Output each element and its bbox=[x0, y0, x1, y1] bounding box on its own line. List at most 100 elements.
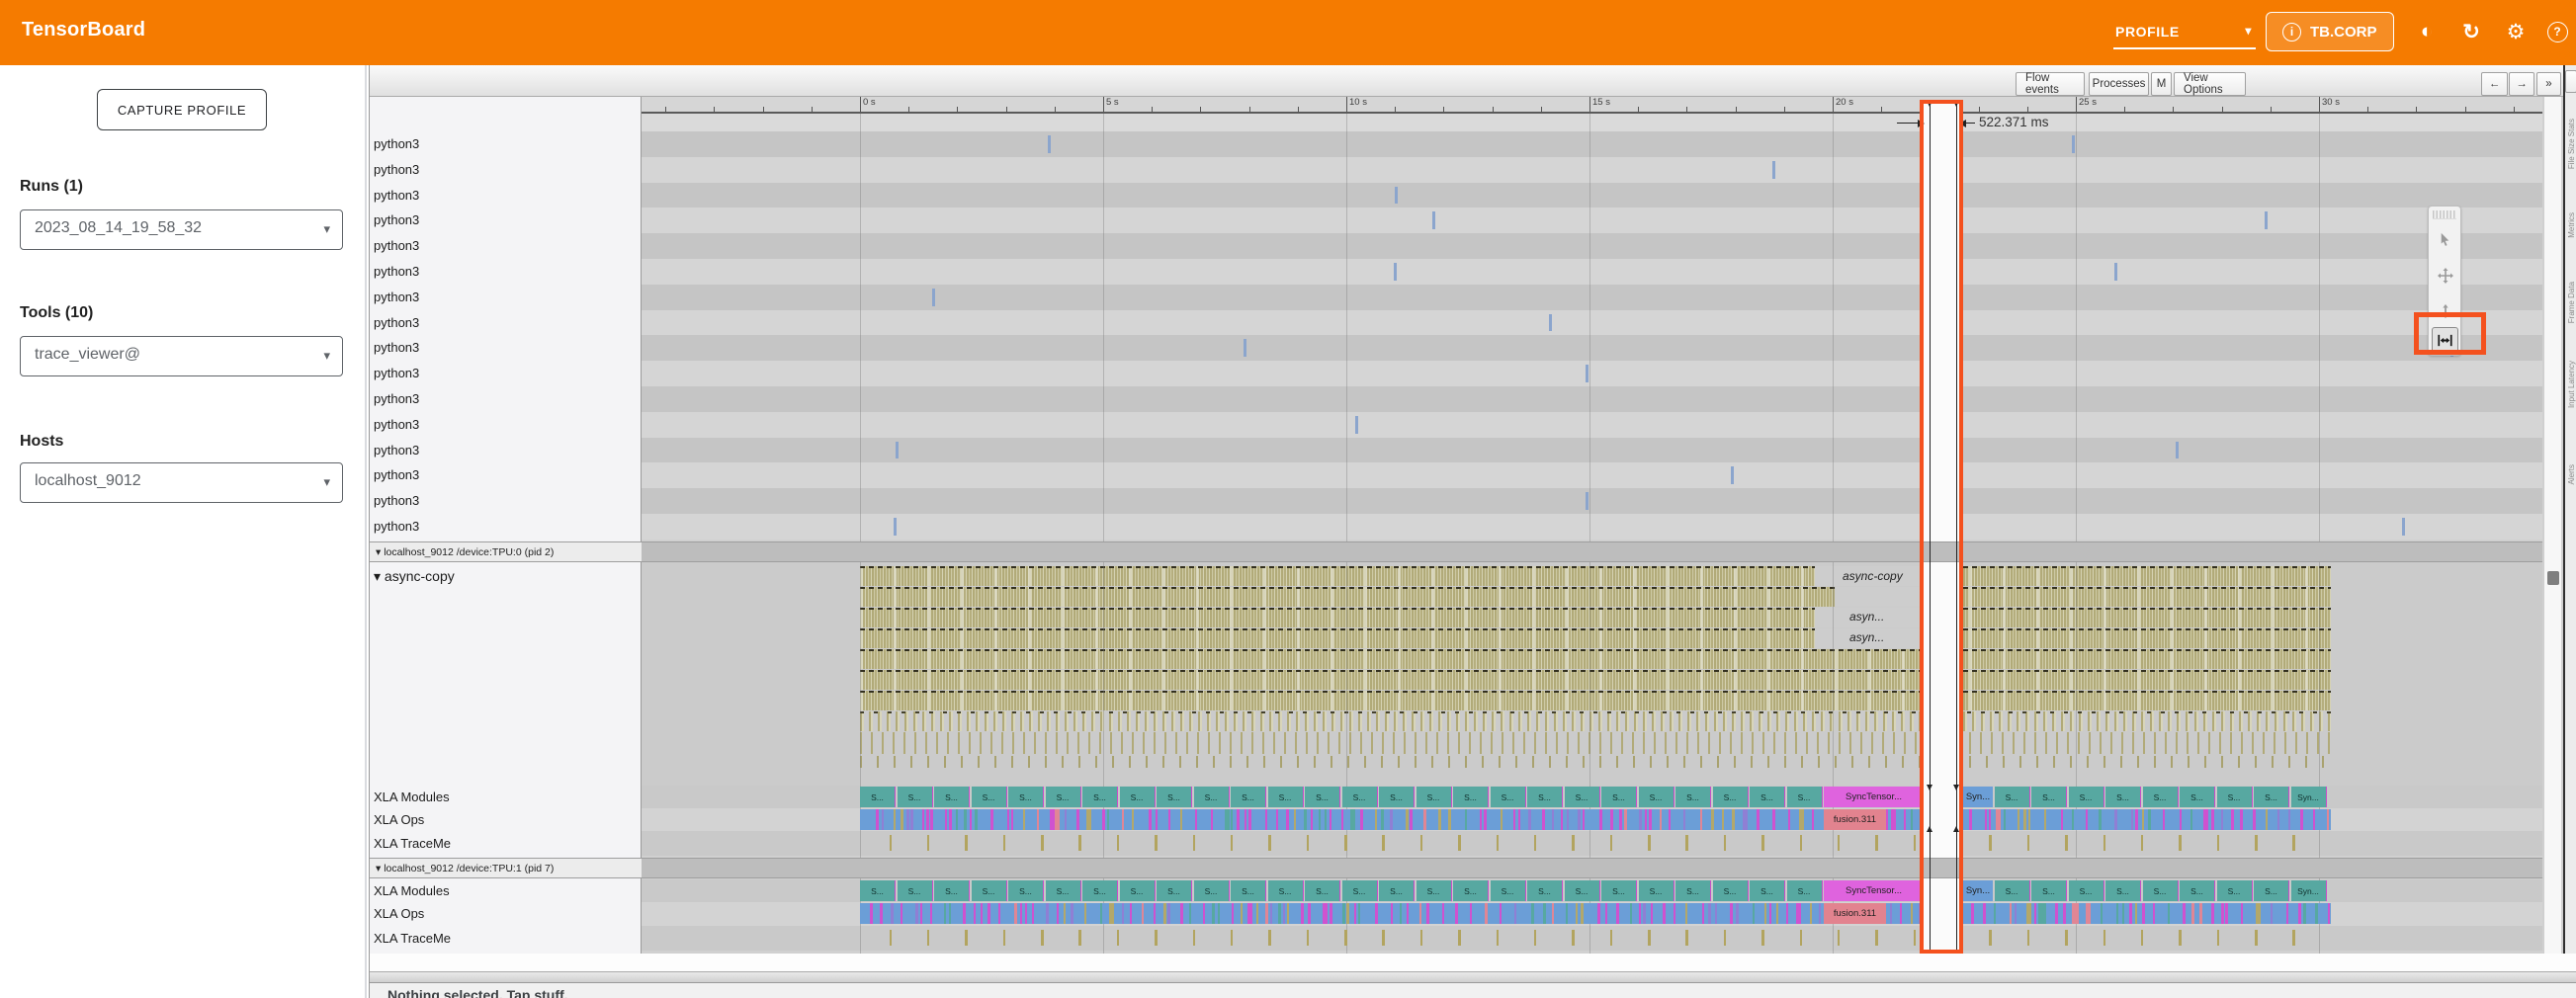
xla-module-syn-block[interactable]: Syn... bbox=[1963, 787, 1993, 807]
xla-module-block[interactable]: S... bbox=[1565, 880, 1600, 901]
xla-module-block[interactable]: S... bbox=[1120, 880, 1156, 901]
xla-module-block[interactable]: Syn... bbox=[2291, 880, 2327, 901]
back-arrow-button[interactable]: ← bbox=[2481, 72, 2508, 96]
palette-drag-handle[interactable] bbox=[2433, 210, 2456, 219]
xla-module-block[interactable]: S... bbox=[1995, 880, 2030, 901]
xla-module-block[interactable]: S... bbox=[1995, 787, 2030, 807]
xla-module-block[interactable]: S... bbox=[1046, 787, 1081, 807]
xla-module-block[interactable]: S... bbox=[2254, 880, 2289, 901]
xla-module-block[interactable]: S... bbox=[1601, 787, 1637, 807]
xla-module-block[interactable]: S... bbox=[1082, 880, 1118, 901]
xla-module-block[interactable]: S... bbox=[1305, 880, 1340, 901]
xla-module-block[interactable]: S... bbox=[1342, 880, 1378, 901]
xla-module-block[interactable]: S... bbox=[1675, 787, 1711, 807]
xla-module-block[interactable]: S... bbox=[1342, 787, 1378, 807]
xla-module-block[interactable]: S... bbox=[2254, 787, 2289, 807]
xla-module-sync-block[interactable]: SyncTensor... bbox=[1824, 787, 1924, 807]
side-panel-tab-file-size-stats[interactable]: File Size Stats bbox=[2567, 119, 2576, 169]
xla-module-block[interactable]: S... bbox=[934, 880, 970, 901]
xla-module-block[interactable]: S... bbox=[1787, 787, 1823, 807]
xla-module-block[interactable]: S... bbox=[860, 880, 896, 901]
pan-tool[interactable] bbox=[2432, 259, 2458, 291]
xla-module-block[interactable]: S... bbox=[1157, 880, 1192, 901]
xla-module-block[interactable]: S... bbox=[1453, 880, 1489, 901]
hosts-select[interactable]: localhost_9012 ▾ bbox=[20, 462, 343, 503]
xla-module-block[interactable]: S... bbox=[2031, 787, 2067, 807]
chevrons-button[interactable]: » bbox=[2536, 72, 2561, 96]
xla-module-block[interactable]: S... bbox=[2069, 880, 2104, 901]
xla-module-block[interactable]: S... bbox=[2143, 787, 2179, 807]
toolbar-button-view-options[interactable]: View Options bbox=[2174, 72, 2246, 96]
xla-module-block[interactable]: S... bbox=[1268, 787, 1304, 807]
xla-module-block[interactable]: S... bbox=[1008, 787, 1044, 807]
xla-module-block[interactable]: S... bbox=[1713, 787, 1749, 807]
vertical-scrollbar[interactable] bbox=[2543, 97, 2561, 954]
xla-module-block[interactable]: S... bbox=[1379, 787, 1415, 807]
analysis-splitter[interactable] bbox=[370, 971, 2576, 983]
xla-module-block[interactable]: S... bbox=[2180, 880, 2215, 901]
xla-module-block[interactable]: S... bbox=[2217, 787, 2253, 807]
xla-module-block[interactable]: S... bbox=[1750, 880, 1785, 901]
xla-module-block[interactable]: S... bbox=[1639, 880, 1674, 901]
xla-module-block[interactable]: Syn... bbox=[2291, 787, 2327, 807]
xla-module-block[interactable]: S... bbox=[2105, 880, 2141, 901]
xla-module-block[interactable]: S... bbox=[1194, 880, 1230, 901]
toolbar-button-m[interactable]: M bbox=[2151, 72, 2172, 96]
xla-module-block[interactable]: S... bbox=[860, 787, 896, 807]
xla-module-syn-block[interactable]: Syn... bbox=[1963, 880, 1993, 901]
xla-module-block[interactable]: S... bbox=[1120, 787, 1156, 807]
xla-module-block[interactable]: S... bbox=[1231, 880, 1266, 901]
xla-module-block[interactable]: S... bbox=[2143, 880, 2179, 901]
tb-corp-button[interactable]: i TB.CORP bbox=[2266, 12, 2394, 51]
xla-module-block[interactable]: S... bbox=[1379, 880, 1415, 901]
xla-module-block[interactable]: S... bbox=[1417, 787, 1452, 807]
xla-module-block[interactable]: S... bbox=[1082, 787, 1118, 807]
side-panel-tab-input-latency[interactable]: Input Latency bbox=[2567, 361, 2576, 408]
timeline-ruler[interactable]: 0 s5 s10 s15 s20 s25 s30 s bbox=[642, 97, 2542, 114]
toolbar-button-processes[interactable]: Processes bbox=[2089, 72, 2149, 96]
brightness-icon[interactable]: ◐ bbox=[2412, 17, 2442, 46]
scrollbar-thumb[interactable] bbox=[2547, 571, 2559, 585]
xla-module-block[interactable]: S... bbox=[2069, 787, 2104, 807]
device-header-row[interactable]: ▾ localhost_9012 /device:TPU:1 (pid 7)x bbox=[370, 858, 2542, 878]
xla-module-block[interactable]: S... bbox=[2217, 880, 2253, 901]
xla-module-block[interactable]: S... bbox=[1453, 787, 1489, 807]
side-panel-tab-metrics[interactable]: Metrics bbox=[2567, 212, 2576, 238]
xla-module-block[interactable]: S... bbox=[934, 787, 970, 807]
runs-select[interactable]: 2023_08_14_19_58_32 ▾ bbox=[20, 209, 343, 250]
xla-ops-fusion-block[interactable]: fusion.311 bbox=[1824, 809, 1886, 830]
side-panel-tab-frame-data[interactable]: Frame Data bbox=[2567, 282, 2576, 323]
xla-module-block[interactable]: S... bbox=[1305, 787, 1340, 807]
xla-module-block[interactable]: S... bbox=[1713, 880, 1749, 901]
xla-module-block[interactable]: S... bbox=[1231, 787, 1266, 807]
xla-module-block[interactable]: S... bbox=[1750, 787, 1785, 807]
device-header-row[interactable]: ▾ localhost_9012 /device:TPU:0 (pid 2)x bbox=[370, 541, 2542, 562]
xla-module-block[interactable]: S... bbox=[1601, 880, 1637, 901]
settings-icon[interactable]: ⚙ bbox=[2501, 17, 2531, 46]
xla-ops-bar[interactable] bbox=[860, 809, 2331, 830]
xla-module-block[interactable]: S... bbox=[2180, 787, 2215, 807]
xla-module-block[interactable]: S... bbox=[1268, 880, 1304, 901]
xla-module-block[interactable]: S... bbox=[898, 880, 933, 901]
refresh-icon[interactable]: ↻ bbox=[2456, 17, 2486, 46]
xla-module-block[interactable]: S... bbox=[1675, 880, 1711, 901]
xla-module-block[interactable]: S... bbox=[1046, 880, 1081, 901]
xla-module-block[interactable]: S... bbox=[1639, 787, 1674, 807]
xla-module-block[interactable]: S... bbox=[1417, 880, 1452, 901]
tools-select[interactable]: trace_viewer@ ▾ bbox=[20, 336, 343, 376]
xla-module-block[interactable]: S... bbox=[2105, 787, 2141, 807]
xla-module-block[interactable]: S... bbox=[972, 880, 1007, 901]
side-panel-tab-alerts[interactable]: Alerts bbox=[2567, 464, 2576, 484]
capture-profile-button[interactable]: CAPTURE PROFILE bbox=[97, 89, 267, 130]
xla-module-block[interactable]: S... bbox=[1491, 787, 1526, 807]
xla-module-block[interactable]: S... bbox=[1491, 880, 1526, 901]
selection-tool[interactable] bbox=[2432, 223, 2458, 256]
xla-module-block[interactable]: S... bbox=[2031, 880, 2067, 901]
xla-module-block[interactable]: S... bbox=[1194, 787, 1230, 807]
xla-module-block[interactable]: S... bbox=[972, 787, 1007, 807]
xla-module-block[interactable]: S... bbox=[1157, 787, 1192, 807]
xla-module-sync-block[interactable]: SyncTensor... bbox=[1824, 880, 1924, 901]
xla-module-block[interactable]: S... bbox=[898, 787, 933, 807]
side-panel-toggle-button[interactable] bbox=[2565, 70, 2576, 93]
xla-ops-fusion-block[interactable]: fusion.311 bbox=[1824, 903, 1886, 924]
